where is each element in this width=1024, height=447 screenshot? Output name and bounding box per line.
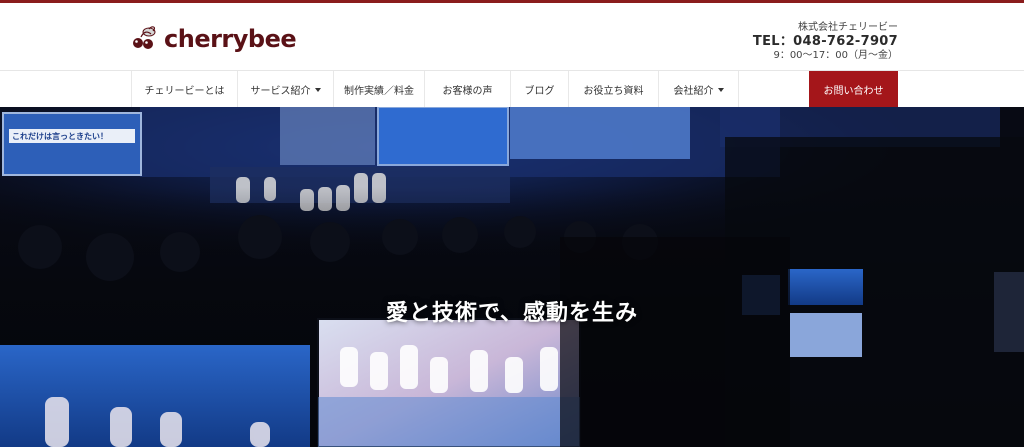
nav-item-label: サービス紹介 [250, 86, 311, 97]
site-header: cherrybee 株式会社チェリービー TEL：048-762-7907 9：… [0, 3, 1024, 70]
business-hours: 9：00〜17：00（月〜金） [773, 50, 898, 61]
nav-item-resources[interactable]: お役立ち資料 [568, 71, 658, 108]
nav-item-blog[interactable]: ブログ [510, 71, 568, 108]
hero-banner: これだけは言っときたい！ 愛と技術で、感動を生み [0, 107, 1024, 447]
nav-item-label: 会社紹介 [673, 86, 714, 97]
nav-item-label: チェリービーとは [144, 86, 225, 97]
company-name: 株式会社チェリービー [798, 22, 898, 33]
contact-button-label: お問い合わせ [823, 85, 884, 97]
caret-down-icon [314, 87, 321, 92]
contact-info: 株式会社チェリービー TEL：048-762-7907 9：00〜17：00（月… [753, 22, 898, 62]
nav-item-company[interactable]: 会社紹介 [658, 71, 739, 108]
main-nav: チェリービーとは サービス紹介 制作実績／料金 お客様の声 ブログ お役立ち資料… [0, 70, 1024, 108]
nav-item-label: お役立ち資料 [583, 86, 644, 97]
cherry-bee-logo-icon [133, 26, 156, 49]
nav-item-services[interactable]: サービス紹介 [237, 71, 333, 108]
nav-items: チェリービーとは サービス紹介 制作実績／料金 お客様の声 ブログ お役立ち資料… [131, 71, 739, 108]
hero-tagline: 愛と技術で、感動を生み [385, 300, 639, 326]
screen-caption: これだけは言っときたい！ [12, 131, 108, 141]
nav-item-label: お客様の声 [442, 86, 493, 97]
nav-item-label: 制作実績／料金 [344, 86, 414, 97]
hero-background-image: これだけは言っときたい！ [0, 107, 1024, 447]
phone-number[interactable]: TEL：048-762-7907 [753, 34, 898, 50]
site-logo[interactable]: cherrybee [129, 23, 297, 55]
caret-down-icon [717, 87, 724, 92]
contact-button[interactable]: お問い合わせ [809, 71, 898, 107]
nav-item-works[interactable]: 制作実績／料金 [333, 71, 424, 108]
nav-item-about[interactable]: チェリービーとは [131, 71, 237, 108]
nav-item-voices[interactable]: お客様の声 [424, 71, 510, 108]
nav-item-label: ブログ [524, 86, 555, 97]
site-logo-text: cherrybee [164, 25, 297, 53]
